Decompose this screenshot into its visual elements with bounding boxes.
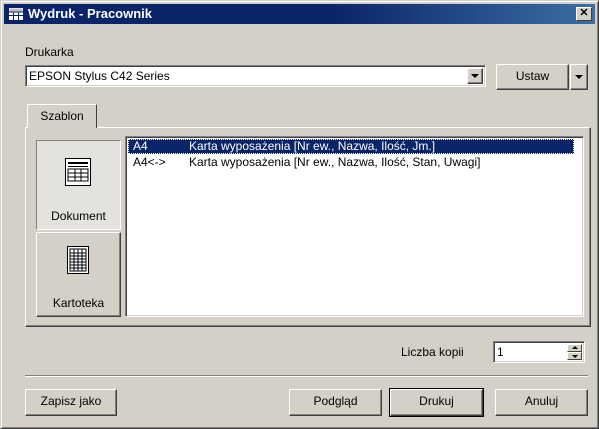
template-row[interactable]: A4<-> Karta wyposażenia [Nr ew., Nazwa, … xyxy=(128,155,574,170)
document-icon xyxy=(65,158,91,186)
print-button[interactable]: Drukuj xyxy=(389,388,484,417)
side-button-dokument[interactable]: Dokument xyxy=(36,140,121,230)
printer-setup-label: Ustaw xyxy=(515,69,550,83)
side-button-kartoteka[interactable]: Kartoteka xyxy=(36,232,121,317)
divider xyxy=(25,375,588,377)
save-as-label: Zapisz jako xyxy=(40,394,102,408)
template-description: Karta wyposażenia [Nr ew., Nazwa, Ilość,… xyxy=(189,155,481,169)
table-icon xyxy=(9,8,23,20)
print-label: Drukuj xyxy=(419,394,454,408)
window-title: Wydruk - Pracownik xyxy=(28,6,153,21)
copies-increment-button[interactable] xyxy=(567,344,582,352)
copies-label: Liczba kopii xyxy=(401,345,464,359)
printer-setup-menu-button[interactable] xyxy=(570,64,588,90)
side-button-dokument-label: Dokument xyxy=(51,209,106,223)
tab-szablon-label: Szablon xyxy=(40,109,84,123)
close-button[interactable]: ✕ xyxy=(576,7,592,21)
close-icon: ✕ xyxy=(579,7,589,19)
side-button-kartoteka-label: Kartoteka xyxy=(52,296,105,310)
cancel-button[interactable]: Anuluj xyxy=(495,389,588,416)
printer-select[interactable]: EPSON Stylus C42 Series xyxy=(25,65,486,87)
copies-value: 1 xyxy=(497,345,504,359)
printer-label: Drukarka xyxy=(25,45,74,59)
cancel-label: Anuluj xyxy=(524,394,559,408)
printer-select-value: EPSON Stylus C42 Series xyxy=(29,69,170,83)
card-index-icon xyxy=(67,246,89,274)
printer-dropdown-button[interactable] xyxy=(467,68,483,84)
chevron-down-icon xyxy=(575,75,583,79)
print-dialog: Wydruk - Pracownik ✕ Drukarka EPSON Styl… xyxy=(0,0,599,429)
copies-stepper[interactable]: 1 xyxy=(493,341,585,363)
tab-szablon[interactable]: Szablon xyxy=(27,104,97,128)
chevron-down-icon xyxy=(471,74,479,78)
template-description: Karta wyposażenia [Nr ew., Nazwa, Ilość,… xyxy=(189,139,436,153)
template-code: A4 xyxy=(133,139,148,153)
chevron-up-icon xyxy=(572,346,578,349)
preview-label: Podgląd xyxy=(313,394,358,408)
template-code: A4<-> xyxy=(133,155,166,169)
copies-decrement-button[interactable] xyxy=(567,352,582,360)
save-as-button[interactable]: Zapisz jako xyxy=(25,389,117,416)
title-bar[interactable]: Wydruk - Pracownik ✕ xyxy=(4,4,595,24)
printer-setup-button[interactable]: Ustaw xyxy=(496,64,569,90)
preview-button[interactable]: Podgląd xyxy=(289,389,382,416)
template-row[interactable]: A4 Karta wyposażenia [Nr ew., Nazwa, Ilo… xyxy=(128,139,574,154)
template-list[interactable]: A4 Karta wyposażenia [Nr ew., Nazwa, Ilo… xyxy=(125,136,584,317)
chevron-down-icon xyxy=(572,355,578,358)
copies-spin-buttons xyxy=(567,344,582,360)
